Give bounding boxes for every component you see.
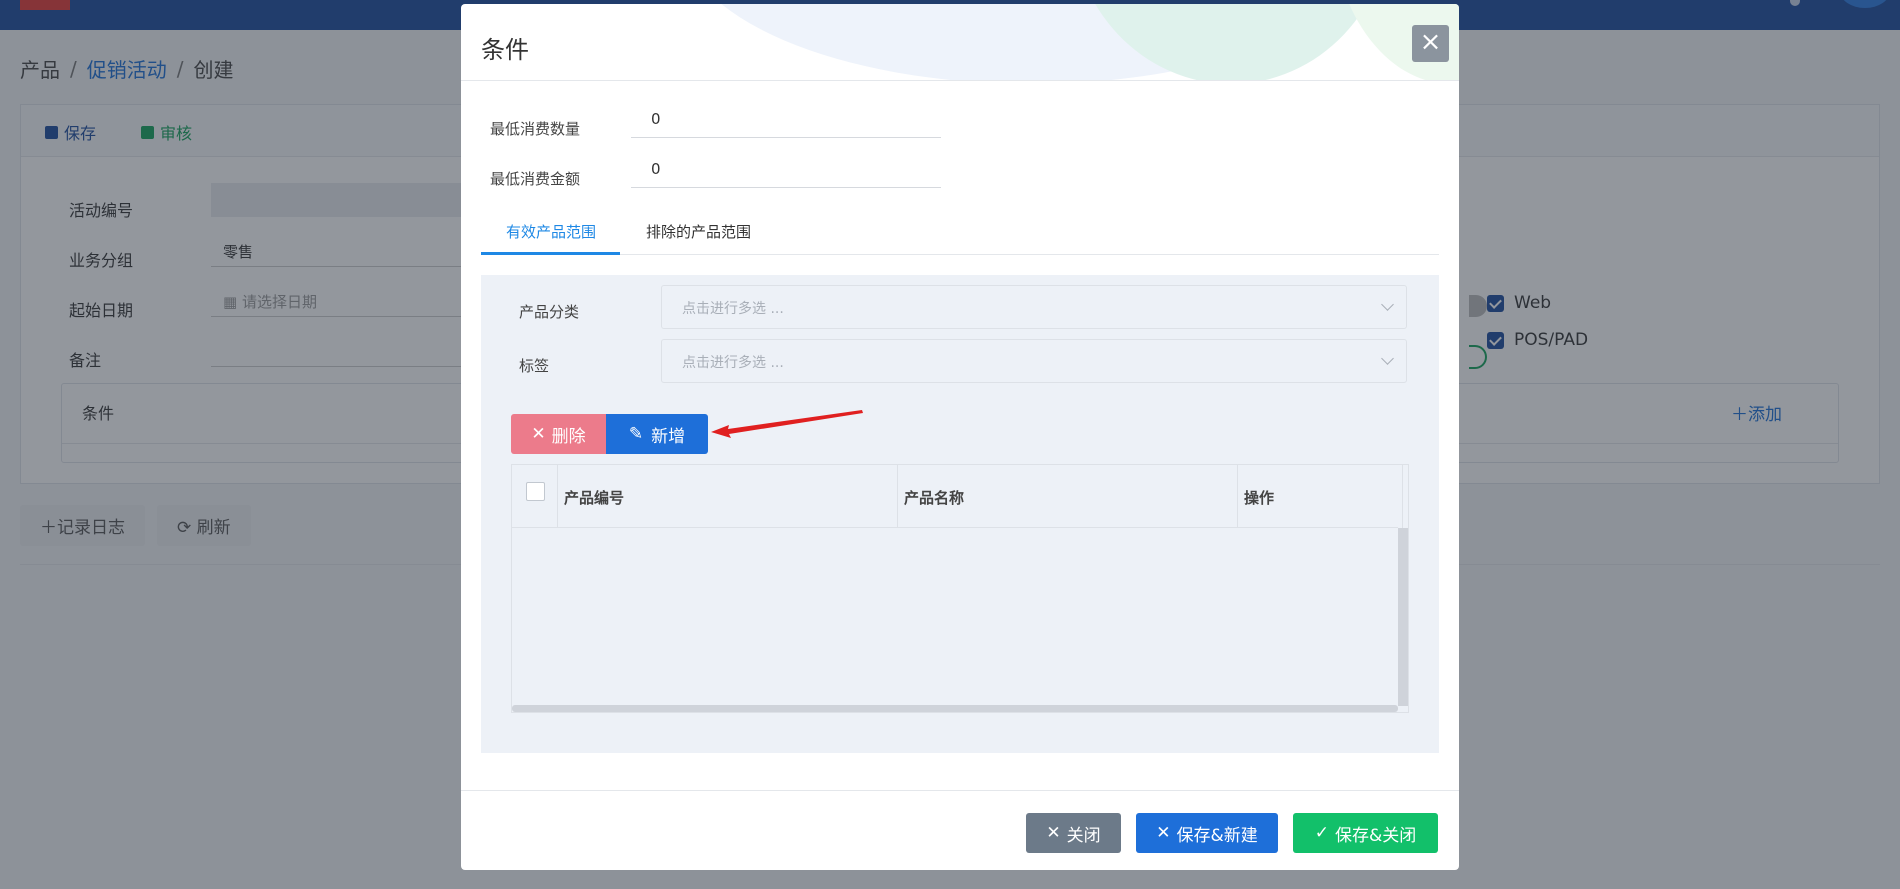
horizontal-scrollbar[interactable]	[512, 705, 1398, 712]
modal-header: 条件 ×	[461, 4, 1459, 81]
min-amount-label: 最低消费金额	[490, 170, 581, 188]
min-amount-input[interactable]: 0	[631, 154, 941, 188]
product-scope-tabs: 有效产品范围 排除的产品范围	[481, 208, 1439, 255]
category-label: 产品分类	[519, 303, 580, 321]
check-icon: ✓	[1314, 823, 1329, 843]
modal-footer: ✕ 关闭 ✕ 保存&新建 ✓ 保存&关闭	[461, 790, 1459, 870]
save-new-button[interactable]: ✕ 保存&新建	[1136, 813, 1278, 853]
chevron-down-icon	[1381, 352, 1394, 365]
save-new-label: 保存&新建	[1176, 825, 1258, 846]
min-qty-label: 最低消费数量	[490, 120, 581, 138]
delete-label: 删除	[551, 426, 586, 447]
min-qty-value: 0	[651, 110, 661, 128]
modal-title: 条件	[481, 36, 529, 64]
tag-placeholder: 点击进行多选 ...	[682, 355, 784, 371]
add-product-label: 新增	[651, 426, 686, 447]
column-header[interactable]: 产品编号	[558, 465, 898, 528]
close-icon: ✕	[531, 424, 546, 444]
min-amount-value: 0	[651, 160, 661, 178]
vertical-scrollbar[interactable]	[1398, 528, 1408, 706]
scope-panel: 产品分类 点击进行多选 ... 标签 点击进行多选 ... ✕ 删除 ✎ 新增	[481, 275, 1439, 753]
save-close-button[interactable]: ✓ 保存&关闭	[1293, 813, 1438, 853]
condition-modal: 条件 × 最低消费数量 0 最低消费金额 0 有效产品范围 排除的产品范围 产品…	[461, 4, 1459, 870]
tab-valid-scope[interactable]: 有效产品范围	[506, 221, 596, 242]
tag-multiselect[interactable]: 点击进行多选 ...	[661, 339, 1407, 383]
chevron-down-icon	[1381, 298, 1394, 311]
column-header[interactable]: 操作	[1238, 465, 1403, 528]
select-all-cell	[512, 465, 558, 528]
close-icon: ✕	[1156, 823, 1171, 843]
close-label: 关闭	[1066, 825, 1101, 846]
add-product-button[interactable]: ✎ 新增	[606, 414, 708, 454]
close-icon[interactable]: ×	[1412, 25, 1449, 62]
product-grid: 产品编号 产品名称 操作	[511, 464, 1409, 713]
delete-button[interactable]: ✕ 删除	[511, 414, 606, 454]
grid-header: 产品编号 产品名称 操作	[512, 465, 1403, 528]
edit-icon: ✎	[628, 424, 644, 444]
active-tab-indicator	[481, 252, 620, 255]
category-multiselect[interactable]: 点击进行多选 ...	[661, 285, 1407, 329]
close-button[interactable]: ✕ 关闭	[1026, 813, 1121, 853]
save-close-label: 保存&关闭	[1334, 825, 1417, 846]
select-all-checkbox[interactable]	[526, 482, 545, 501]
close-icon: ✕	[1046, 823, 1061, 843]
column-header[interactable]: 产品名称	[898, 465, 1238, 528]
category-placeholder: 点击进行多选 ...	[682, 301, 784, 317]
tab-excluded-scope[interactable]: 排除的产品范围	[646, 221, 751, 242]
tag-label: 标签	[519, 357, 550, 375]
annotation-arrow-icon	[711, 410, 863, 438]
min-qty-input[interactable]: 0	[631, 104, 941, 138]
